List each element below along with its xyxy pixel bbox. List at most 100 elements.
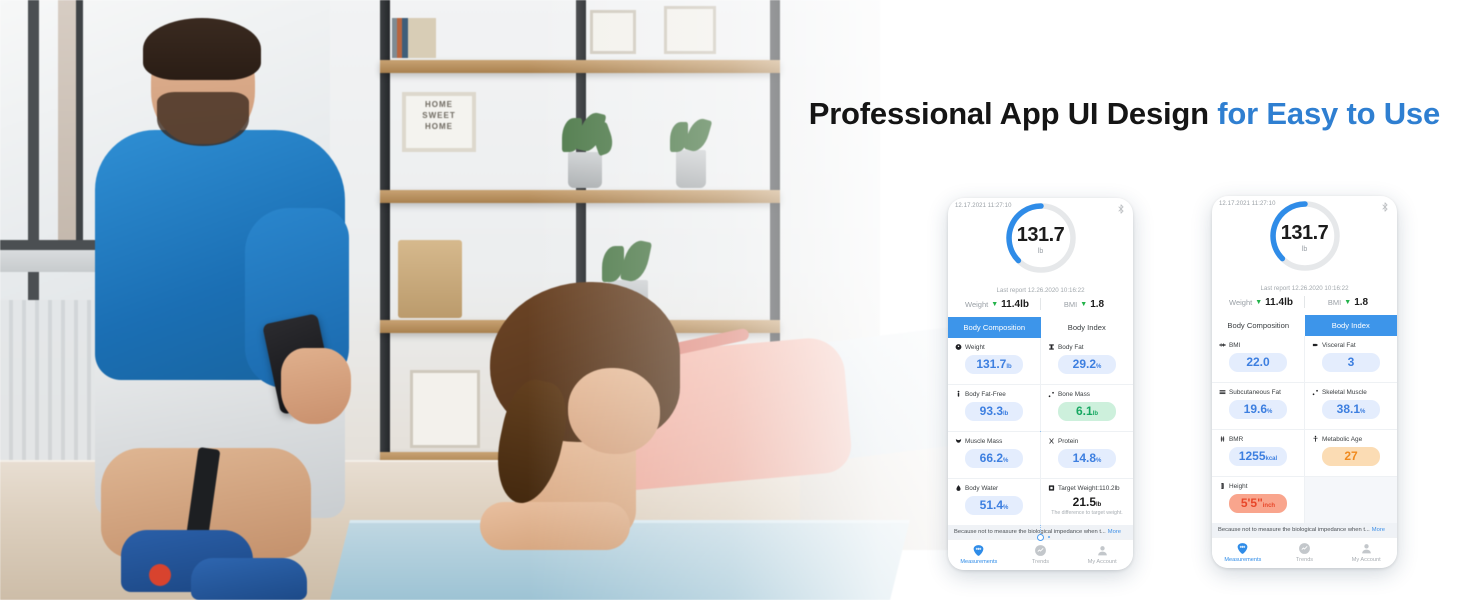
nav-trends[interactable]: Trends bbox=[1010, 544, 1072, 565]
metric-card-subcutaneous-fat[interactable]: Subcutaneous Fat 19.6% bbox=[1212, 383, 1304, 429]
metric-value-pill: 131.7lb bbox=[965, 355, 1023, 374]
metric-card-body-fat-free[interactable]: Body Fat-Free 93.3lb bbox=[948, 385, 1040, 431]
summary-weight-value: 11.4lb bbox=[1001, 298, 1029, 310]
height-icon bbox=[1219, 482, 1226, 490]
metric-header: Metabolic Age bbox=[1312, 435, 1390, 443]
nav-my-account[interactable]: My Account bbox=[1335, 542, 1397, 563]
down-arrow-icon: ▼ bbox=[991, 300, 999, 308]
room-background: HOME SWEET HOME bbox=[0, 0, 1110, 600]
last-report-text: Last report 12.26.2020 10:16:22 bbox=[1260, 285, 1349, 292]
gauge-value: 131.7 bbox=[1280, 222, 1329, 244]
metric-card-target-weight[interactable]: Target Weight:110.2lb 21.5lb The differe… bbox=[1040, 479, 1133, 525]
metric-value: 29.2 bbox=[1072, 357, 1096, 371]
metric-card-protein[interactable]: Protein 14.8% bbox=[1040, 432, 1133, 478]
metric-card-weight[interactable]: Weight 131.7lb bbox=[948, 338, 1040, 384]
metric-header: BMI bbox=[1219, 341, 1297, 349]
metric-row: Body Fat-Free 93.3lb Bone Mass 6.1lb bbox=[948, 385, 1133, 432]
metric-row: BMR 1255kcal Metabolic Age 27 bbox=[1212, 430, 1397, 477]
metric-value: 93.3 bbox=[979, 404, 1003, 418]
metric-card-muscle-mass[interactable]: Muscle Mass 66.2% bbox=[948, 432, 1040, 478]
metric-card-bone-mass[interactable]: Bone Mass 6.1lb bbox=[1040, 385, 1133, 431]
metric-value: 22.0 bbox=[1246, 355, 1270, 369]
metric-header: Target Weight:110.2lb bbox=[1048, 484, 1126, 492]
summary-weight-label: Weight bbox=[1229, 297, 1253, 307]
picture-frame-2 bbox=[664, 6, 716, 54]
metric-label: Visceral Fat bbox=[1322, 341, 1356, 349]
metric-label: Muscle Mass bbox=[965, 437, 1003, 445]
metric-value-pill: 6.1lb bbox=[1058, 402, 1116, 421]
weight-gauge: 131.7 lb bbox=[1267, 198, 1343, 274]
woman-forearm bbox=[480, 502, 630, 550]
measurements-icon bbox=[972, 544, 985, 557]
metric-unit: % bbox=[1003, 505, 1009, 511]
nav-my-account[interactable]: My Account bbox=[1071, 544, 1133, 565]
visceral-fat-icon bbox=[1312, 341, 1319, 349]
metric-value-pill: 66.2% bbox=[965, 449, 1023, 468]
metric-card-bmr[interactable]: BMR 1255kcal bbox=[1212, 430, 1304, 476]
gauge-unit: lb bbox=[1301, 246, 1308, 253]
metric-card-visceral-fat[interactable]: Visceral Fat 3 bbox=[1304, 336, 1397, 382]
bluetooth-icon[interactable] bbox=[1116, 202, 1126, 214]
summary-row: Weight ▼ 11.4lb BMI ▼ 1.8 bbox=[1212, 296, 1397, 315]
metric-unit: lb bbox=[1003, 411, 1009, 417]
bluetooth-icon[interactable] bbox=[1380, 200, 1390, 212]
tab-body-index[interactable]: Body Index bbox=[1040, 317, 1133, 338]
nav-measurements[interactable]: Measurements bbox=[948, 544, 1010, 565]
metric-unit: % bbox=[1096, 458, 1102, 464]
weight-scale-icon bbox=[955, 343, 962, 351]
plant-pot-1 bbox=[568, 152, 602, 188]
metric-card-body-water[interactable]: Body Water 51.4% bbox=[948, 479, 1040, 525]
metric-card-bmi[interactable]: BMI 22.0 bbox=[1212, 336, 1304, 382]
down-arrow-icon: ▼ bbox=[1344, 298, 1352, 306]
floor-marker bbox=[149, 564, 171, 586]
headline-main: Professional App UI Design bbox=[808, 96, 1218, 131]
metric-value: 14.8 bbox=[1072, 451, 1096, 465]
tab-body-composition[interactable]: Body Composition bbox=[948, 317, 1041, 338]
metric-card-skeletal-muscle[interactable]: Skeletal Muscle 38.1% bbox=[1304, 383, 1397, 429]
metric-card-height[interactable]: Height 5'5"inch bbox=[1212, 477, 1304, 523]
summary-bmi: BMI ▼ 1.8 bbox=[1309, 297, 1387, 308]
tab-body-composition[interactable]: Body Composition bbox=[1212, 315, 1305, 336]
metric-row: Height 5'5"inch bbox=[1212, 477, 1397, 523]
protein-icon bbox=[1048, 437, 1055, 445]
metric-value-pill: 14.8% bbox=[1058, 449, 1116, 468]
plant-pot-2 bbox=[676, 150, 706, 188]
metric-value: 5'5" bbox=[1240, 496, 1263, 510]
metric-header: Weight bbox=[955, 343, 1033, 351]
headline-accent: for Easy to Use bbox=[1217, 96, 1440, 131]
nav-measurements[interactable]: Measurements bbox=[1212, 542, 1274, 563]
metric-value-pill: 19.6% bbox=[1229, 400, 1287, 419]
man-hair bbox=[143, 18, 261, 80]
books-row bbox=[392, 18, 436, 58]
trends-icon bbox=[1298, 542, 1311, 555]
metric-value: 3 bbox=[1347, 355, 1355, 369]
metric-value: 1255 bbox=[1238, 449, 1266, 463]
metric-header: Body Fat-Free bbox=[955, 390, 1033, 398]
body-fat-icon bbox=[1048, 343, 1055, 351]
metric-unit: lb bbox=[1096, 502, 1102, 508]
phone2-tabs: Body Composition Body Index bbox=[1212, 315, 1397, 336]
metric-header: Skeletal Muscle bbox=[1312, 388, 1390, 396]
metric-label: Skeletal Muscle bbox=[1322, 388, 1367, 396]
tab-body-index[interactable]: Body Index bbox=[1304, 315, 1397, 336]
nav-label: My Account bbox=[1351, 557, 1381, 563]
nav-trends[interactable]: Trends bbox=[1274, 542, 1336, 563]
metric-card-metabolic-age[interactable]: Metabolic Age 27 bbox=[1304, 430, 1397, 476]
metric-card-body-fat[interactable]: Body Fat 29.2% bbox=[1040, 338, 1133, 384]
man-shoe-right bbox=[191, 558, 307, 600]
metric-unit: % bbox=[1096, 364, 1102, 370]
disclaimer-more-link[interactable]: More bbox=[1108, 529, 1121, 535]
phone1-tabs: Body Composition Body Index bbox=[948, 317, 1133, 338]
body-fat-free-icon bbox=[955, 390, 962, 398]
summary-weight-label: Weight bbox=[965, 299, 989, 309]
metric-value: 21.5 bbox=[1072, 495, 1096, 509]
metric-header: Protein bbox=[1048, 437, 1126, 445]
metric-label: Weight bbox=[965, 343, 985, 351]
metric-unit: kcal bbox=[1265, 456, 1278, 462]
metric-value: 6.1 bbox=[1075, 404, 1093, 418]
rail-node bbox=[1037, 534, 1044, 541]
summary-bmi-value: 1.8 bbox=[1090, 298, 1105, 310]
bone-mass-icon bbox=[1048, 390, 1055, 398]
metric-value-plain: 21.5lb bbox=[1073, 495, 1102, 509]
disclaimer-more-link[interactable]: More bbox=[1372, 527, 1385, 533]
